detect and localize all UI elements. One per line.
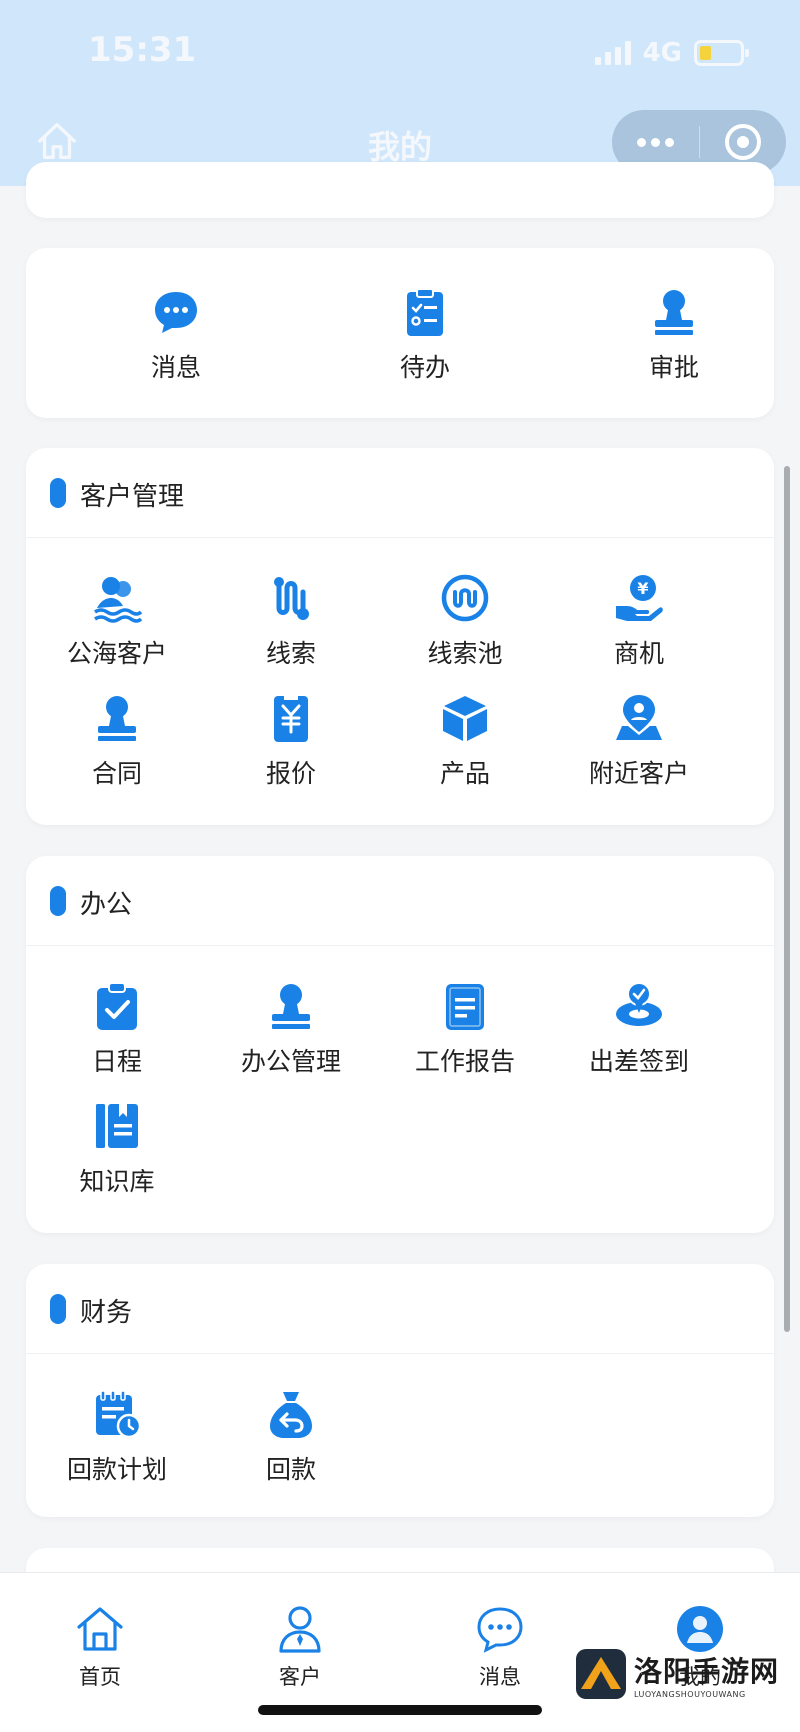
report-book-icon xyxy=(446,984,484,1030)
tab-label: 首页 xyxy=(79,1665,121,1689)
menu-item-work-report[interactable]: 工作报告 xyxy=(378,980,552,1090)
pool-icon xyxy=(441,574,489,622)
section-header: 财务 xyxy=(26,1264,774,1354)
tab-label: 消息 xyxy=(479,1665,521,1689)
status-indicators: 4G xyxy=(594,38,749,68)
tab-customers[interactable]: 客户 xyxy=(240,1603,360,1699)
stamp-icon xyxy=(272,984,310,1029)
section-header: 办公 xyxy=(26,856,774,946)
menu-item-label: 产品 xyxy=(439,759,490,788)
menu-item-label: 合同 xyxy=(91,759,142,788)
scrollbar[interactable] xyxy=(784,466,790,1332)
box-icon xyxy=(443,696,487,741)
tab-label: 客户 xyxy=(279,1665,321,1689)
section-title: 财务 xyxy=(80,1298,133,1328)
yuan-tag-icon xyxy=(274,696,308,742)
watermark-text: 洛阳手游网 xyxy=(634,1654,780,1688)
money-bag-return-icon xyxy=(270,1392,312,1438)
menu-item-schedule[interactable]: 日程 xyxy=(30,980,204,1090)
map-pin-icon xyxy=(616,695,662,740)
menu-item-opportunities[interactable]: ¥ 商机 xyxy=(552,572,726,682)
section-marker xyxy=(50,478,66,508)
battery-icon xyxy=(694,40,749,66)
menu-item-leads[interactable]: 线索 xyxy=(204,572,378,682)
tab-messages[interactable]: 消息 xyxy=(440,1603,560,1699)
menu-item-knowledge-base[interactable]: 知识库 xyxy=(30,1100,204,1210)
office-card: 办公 日程 办公管理 工作报告 出差签到 知识库 xyxy=(26,856,774,1233)
menu-item-label: 公海客户 xyxy=(66,639,167,668)
menu-item-quotes[interactable]: 报价 xyxy=(204,692,378,802)
menu-item-public-customers[interactable]: 公海客户 xyxy=(30,572,204,682)
menu-item-payment[interactable]: 回款 xyxy=(204,1388,378,1498)
menu-item-label: 回款 xyxy=(265,1455,316,1484)
finance-card: 财务 回款计划 回款 xyxy=(26,1264,774,1517)
svg-text:¥: ¥ xyxy=(637,579,648,598)
menu-item-lead-pool[interactable]: 线索池 xyxy=(378,572,552,682)
quick-action-label: 消息 xyxy=(150,353,201,382)
quick-action-messages[interactable]: 消息 xyxy=(76,286,276,386)
chat-bubble-icon xyxy=(477,1607,523,1653)
quick-action-approval[interactable]: 审批 xyxy=(574,286,774,386)
menu-item-label: 出差签到 xyxy=(588,1047,689,1076)
menu-item-label: 报价 xyxy=(265,759,316,788)
tab-home[interactable]: 首页 xyxy=(40,1603,160,1699)
section-marker xyxy=(50,886,66,916)
path-icon xyxy=(274,577,309,620)
menu-item-nearby-customers[interactable]: 附近客户 xyxy=(552,692,726,802)
watermark: 洛阳手游网 LUOYANGSHOUYOUWANG xyxy=(576,1640,786,1708)
menu-item-label: 线索 xyxy=(265,639,316,668)
section-marker xyxy=(50,1294,66,1324)
watermark-subtext: LUOYANGSHOUYOUWANG xyxy=(634,1689,746,1699)
quick-action-label: 待办 xyxy=(399,353,450,382)
clipboard-list-icon xyxy=(407,288,443,336)
menu-item-label: 线索池 xyxy=(427,639,503,668)
menu-item-trip-checkin[interactable]: 出差签到 xyxy=(552,980,726,1090)
section-title: 客户管理 xyxy=(80,482,185,512)
watermark-logo-icon xyxy=(576,1649,626,1699)
menu-item-products[interactable]: 产品 xyxy=(378,692,552,802)
menu-item-label: 回款计划 xyxy=(66,1455,167,1484)
chat-bubble-icon xyxy=(155,292,197,333)
section-title: 办公 xyxy=(80,890,133,920)
stamp-icon xyxy=(655,290,693,335)
home-indicator xyxy=(258,1705,542,1715)
schedule-icon xyxy=(96,1390,142,1439)
stamp-icon xyxy=(98,696,136,741)
more-icon[interactable] xyxy=(612,137,699,147)
home-icon xyxy=(77,1607,123,1651)
group-wave-icon xyxy=(94,577,143,623)
status-time: 15:31 xyxy=(88,30,197,70)
quick-action-todo[interactable]: 待办 xyxy=(325,286,525,386)
menu-item-label: 日程 xyxy=(91,1047,142,1076)
menu-item-label: 工作报告 xyxy=(414,1047,515,1076)
menu-item-label: 知识库 xyxy=(79,1167,155,1196)
network-type: 4G xyxy=(642,38,682,68)
signal-icon xyxy=(594,41,631,65)
person-icon xyxy=(279,1606,321,1653)
location-check-icon xyxy=(616,982,662,1026)
customer-management-card: 客户管理 公海客户 线索 线索池 ¥ 商机 合同 报价 产品 附近客户 xyxy=(26,448,774,825)
quick-action-label: 审批 xyxy=(648,353,699,382)
menu-item-contracts[interactable]: 合同 xyxy=(30,692,204,802)
profile-card xyxy=(26,162,774,218)
menu-item-office-management[interactable]: 办公管理 xyxy=(204,980,378,1090)
section-header: 客户管理 xyxy=(26,448,774,538)
money-hand-icon: ¥ xyxy=(616,575,663,621)
close-miniprogram-icon[interactable] xyxy=(700,124,787,160)
quick-actions-card: 消息 待办 审批 xyxy=(26,248,774,418)
status-bar: 15:31 4G xyxy=(0,0,800,100)
menu-item-payment-plan[interactable]: 回款计划 xyxy=(30,1388,204,1498)
books-icon xyxy=(96,1104,138,1148)
menu-item-label: 商机 xyxy=(613,639,664,668)
menu-item-label: 附近客户 xyxy=(588,759,689,788)
menu-item-label: 办公管理 xyxy=(240,1047,341,1076)
calendar-check-icon xyxy=(97,982,137,1030)
